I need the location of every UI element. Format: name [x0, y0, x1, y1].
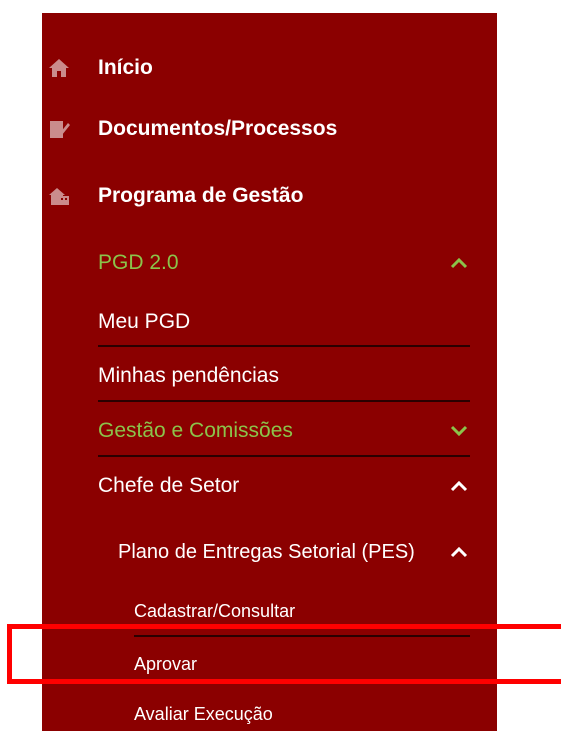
menu-item-meu-pgd[interactable]: Meu PGD	[98, 305, 470, 339]
chevron-up-icon	[450, 257, 468, 269]
menu-item-minhas-pendencias[interactable]: Minhas pendências	[98, 359, 470, 393]
menu-item-label: Plano de Entregas Setorial (PES)	[118, 541, 415, 563]
menu-item-chefe-de-setor[interactable]: Chefe de Setor	[98, 469, 470, 503]
edit-document-icon	[48, 118, 70, 140]
menu-item-label: PGD 2.0	[98, 251, 179, 274]
menu-item-label: Gestão e Comissões	[98, 419, 293, 442]
chevron-up-icon	[450, 480, 468, 492]
menu-item-label: Programa de Gestão	[98, 184, 304, 207]
menu-item-label: Minhas pendências	[98, 364, 279, 387]
chevron-up-icon	[450, 546, 468, 558]
divider	[98, 345, 470, 347]
chevron-down-icon	[450, 425, 468, 437]
menu-item-documentos[interactable]: Documentos/Processos	[42, 104, 497, 154]
menu-item-label: Cadastrar/Consultar	[134, 600, 296, 621]
menu-item-avaliar-execucao[interactable]: Avaliar Execução	[134, 699, 470, 729]
menu-item-label: Meu PGD	[98, 310, 191, 333]
menu-item-plano-de-entregas-setorial[interactable]: Plano de Entregas Setorial (PES)	[118, 523, 470, 581]
menu-item-label: Avaliar Execução	[134, 703, 273, 724]
menu-item-cadastrar-consultar[interactable]: Cadastrar/Consultar	[134, 596, 470, 626]
building-icon	[48, 185, 70, 207]
menu-item-label: Documentos/Processos	[98, 117, 338, 140]
menu-item-label: Início	[98, 56, 153, 79]
menu-item-label: Aprovar	[134, 653, 198, 674]
menu-item-label: Chefe de Setor	[98, 474, 240, 497]
divider	[98, 400, 470, 402]
home-icon	[48, 57, 70, 79]
divider	[134, 635, 470, 637]
sidebar-menu: Início Documentos/Processos Programa de …	[42, 13, 497, 731]
menu-item-programa-de-gestao[interactable]: Programa de Gestão	[42, 171, 497, 221]
menu-item-inicio[interactable]: Início	[42, 43, 497, 93]
menu-item-aprovar[interactable]: Aprovar	[134, 649, 470, 679]
menu-item-gestao-e-comissoes[interactable]: Gestão e Comissões	[98, 414, 470, 448]
menu-item-pgd[interactable]: PGD 2.0	[98, 246, 470, 280]
divider	[98, 455, 470, 457]
